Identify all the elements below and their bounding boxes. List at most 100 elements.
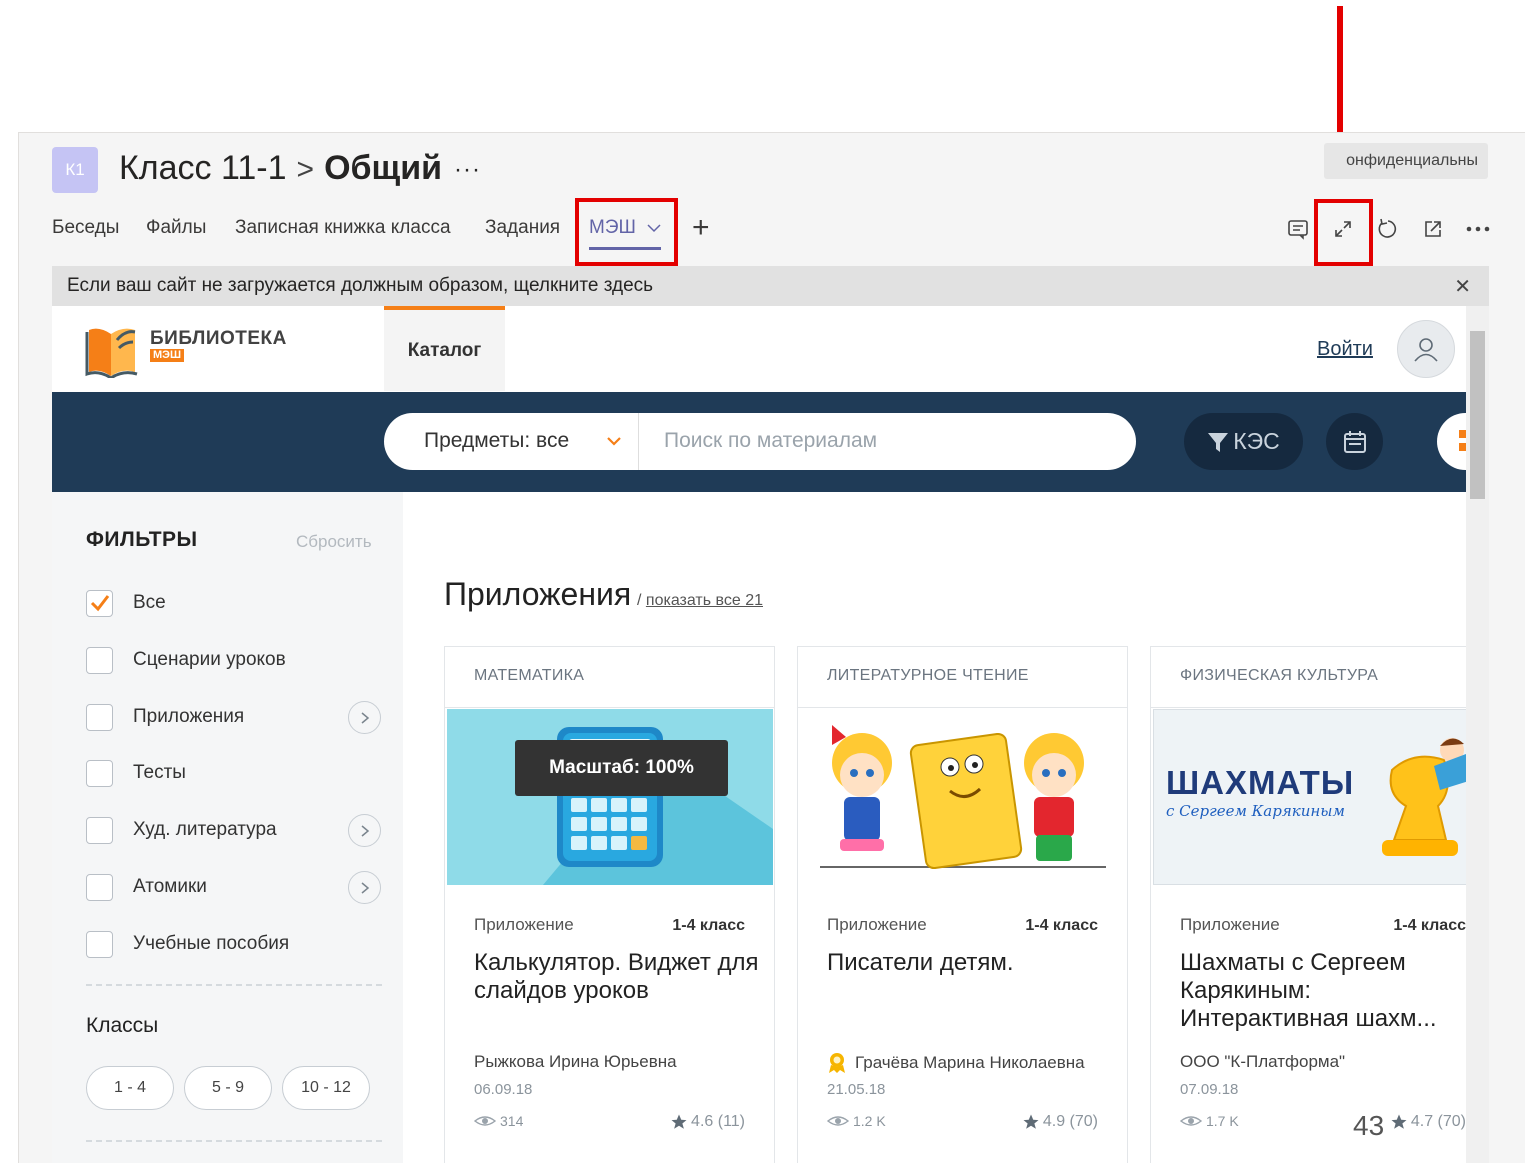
conversation-icon[interactable] xyxy=(1284,215,1312,243)
filter-lesson-scenarios[interactable]: Сценарии уроков xyxy=(86,645,286,675)
card-title[interactable]: Шахматы с Сергеем Карякиным: Интерактивн… xyxy=(1180,949,1466,1033)
checkbox[interactable] xyxy=(86,873,113,901)
channel-name[interactable]: Общий xyxy=(324,149,442,187)
grade-button-10-12[interactable]: 10 - 12 xyxy=(282,1066,370,1110)
grid-icon xyxy=(1459,430,1466,451)
team-avatar[interactable]: К1 xyxy=(52,147,98,193)
views-icon xyxy=(474,1116,496,1126)
highlight-box-expand xyxy=(1314,199,1373,266)
zoom-tooltip: Масштаб: 100% xyxy=(515,740,728,796)
add-tab-button[interactable]: + xyxy=(692,211,710,245)
page-number: 43 xyxy=(1353,1110,1385,1141)
grade-button-1-4[interactable]: 1 - 4 xyxy=(86,1066,174,1110)
filter-all[interactable]: Все xyxy=(86,588,166,618)
calendar-button[interactable] xyxy=(1326,413,1383,470)
card-title[interactable]: Калькулятор. Виджет для слайдов уроков xyxy=(474,949,764,1005)
filter-label: Худ. литература xyxy=(133,819,277,840)
divider xyxy=(86,1140,382,1142)
star-icon xyxy=(1391,1114,1407,1129)
card-rating: 4.7 (70) xyxy=(1390,1113,1466,1131)
views-count: 1.2 K xyxy=(853,1113,886,1129)
library-logo-icon[interactable] xyxy=(85,320,139,383)
card-title[interactable]: Писатели детям. xyxy=(827,949,1117,977)
card-date: 07.09.18 xyxy=(1180,1081,1239,1098)
card-views: 1.7 K xyxy=(1180,1113,1239,1129)
reset-filters-link[interactable]: Сбросить xyxy=(296,532,372,552)
chevron-down-icon[interactable] xyxy=(606,433,622,449)
reload-icon[interactable] xyxy=(1374,215,1402,243)
card-date: 06.09.18 xyxy=(474,1081,533,1098)
rating-value: 4.9 (70) xyxy=(1042,1113,1098,1130)
search-banner: Предметы: все Поиск по материалам КЭС xyxy=(52,392,1466,492)
confidential-label: онфиденциальны xyxy=(1324,143,1488,179)
rating-value: 4.6 (11) xyxy=(691,1113,745,1130)
app-card[interactable]: ФИЗИЧЕСКАЯ КУЛЬТУРА ШАХМАТЫ с Сергеем Ка… xyxy=(1150,646,1466,1163)
filter-atomics[interactable]: Атомики xyxy=(86,872,207,902)
filter-label: Тесты xyxy=(133,762,186,783)
card-subject: МАТЕМАТИКА xyxy=(445,647,774,708)
star-icon xyxy=(671,1114,687,1129)
card-author: Грачёва Марина Николаевна xyxy=(827,1052,1085,1074)
checkbox[interactable] xyxy=(86,816,113,844)
checkbox[interactable] xyxy=(86,930,113,958)
teams-window: К1 Класс 11-1 > Общий ··· онфиденциальны Бе… xyxy=(18,132,1525,1163)
card-subject: ЛИТЕРАТУРНОЕ ЧТЕНИЕ xyxy=(798,647,1127,708)
user-avatar-icon[interactable] xyxy=(1397,320,1455,378)
search-bar: Предметы: все Поиск по материалам xyxy=(384,413,1136,470)
views-count: 314 xyxy=(500,1113,524,1129)
chess-image: ШАХМАТЫ с Сергеем Карякиным xyxy=(1153,709,1466,885)
card-type: Приложение xyxy=(827,915,927,934)
checkbox[interactable] xyxy=(86,646,113,674)
nav-catalog[interactable]: Каталог xyxy=(384,306,505,391)
tab-class-notebook[interactable]: Записная книжка класса xyxy=(235,217,451,239)
chevron-right-icon[interactable] xyxy=(348,701,381,734)
grid-view-button[interactable] xyxy=(1437,413,1466,470)
checkbox[interactable] xyxy=(86,759,113,787)
checkbox[interactable] xyxy=(86,703,113,731)
card-grade: 1-4 класс xyxy=(1393,917,1466,934)
app-card[interactable]: МАТЕМАТИКА 42 Приложение 1-4 класс Кальк… xyxy=(444,646,775,1163)
filter-textbooks[interactable]: Учебные пособия xyxy=(86,929,289,959)
channel-more-icon[interactable]: ··· xyxy=(454,156,481,183)
team-name[interactable]: Класс 11-1 xyxy=(119,149,287,187)
views-icon xyxy=(827,1116,849,1126)
card-grade: 1-4 класс xyxy=(672,917,745,934)
filter-fiction[interactable]: Худ. литература xyxy=(86,815,277,845)
filter-applications[interactable]: Приложения xyxy=(86,702,244,732)
show-all-label[interactable]: показать все 21 xyxy=(646,592,763,609)
app-card[interactable]: ЛИТЕРАТУРНОЕ ЧТЕНИЕ Приложение 1-4 класс… xyxy=(797,646,1128,1163)
notice-text[interactable]: Если ваш сайт не загружается должным обр… xyxy=(67,275,653,297)
award-icon xyxy=(829,1053,845,1073)
close-icon[interactable]: ✕ xyxy=(1454,274,1471,299)
more-icon[interactable] xyxy=(1464,215,1492,243)
card-date: 21.05.18 xyxy=(827,1081,886,1098)
views-icon xyxy=(1180,1116,1202,1126)
chevron-right-icon[interactable] xyxy=(348,871,381,904)
popout-icon[interactable] xyxy=(1419,215,1447,243)
slash: / xyxy=(637,592,642,609)
filter-tests[interactable]: Тесты xyxy=(86,758,186,788)
filter-icon xyxy=(1208,432,1229,452)
tab-files[interactable]: Файлы xyxy=(146,217,206,239)
login-link[interactable]: Войти xyxy=(1317,338,1373,361)
scrollbar-thumb[interactable] xyxy=(1470,331,1485,499)
channel-header: Класс 11-1 > Общий ··· xyxy=(119,149,481,188)
highlight-box-tab xyxy=(575,198,678,266)
card-views: 314 xyxy=(474,1113,523,1129)
calculator-image: 42 xyxy=(447,709,773,885)
grade-button-5-9[interactable]: 5 - 9 xyxy=(184,1066,272,1110)
writers-image xyxy=(800,709,1126,885)
card-grade: 1-4 класс xyxy=(1025,917,1098,934)
checkbox-checked[interactable] xyxy=(86,589,113,617)
card-views: 1.2 K xyxy=(827,1113,886,1129)
tab-assignments[interactable]: Задания xyxy=(485,217,560,239)
tab-conversations[interactable]: Беседы xyxy=(52,217,119,239)
chevron-right-icon[interactable] xyxy=(348,814,381,847)
site-load-notice[interactable]: Если ваш сайт не загружается должным обр… xyxy=(52,266,1489,306)
card-author: ООО "К-Платформа" xyxy=(1180,1052,1346,1071)
subjects-select[interactable]: Предметы: все xyxy=(424,429,569,453)
kes-filter-button[interactable]: КЭС xyxy=(1184,413,1303,470)
card-rating: 4.6 (11) xyxy=(670,1113,745,1131)
search-input[interactable]: Поиск по материалам xyxy=(664,429,877,453)
show-all-link[interactable]: / показать все 21 xyxy=(637,592,763,610)
